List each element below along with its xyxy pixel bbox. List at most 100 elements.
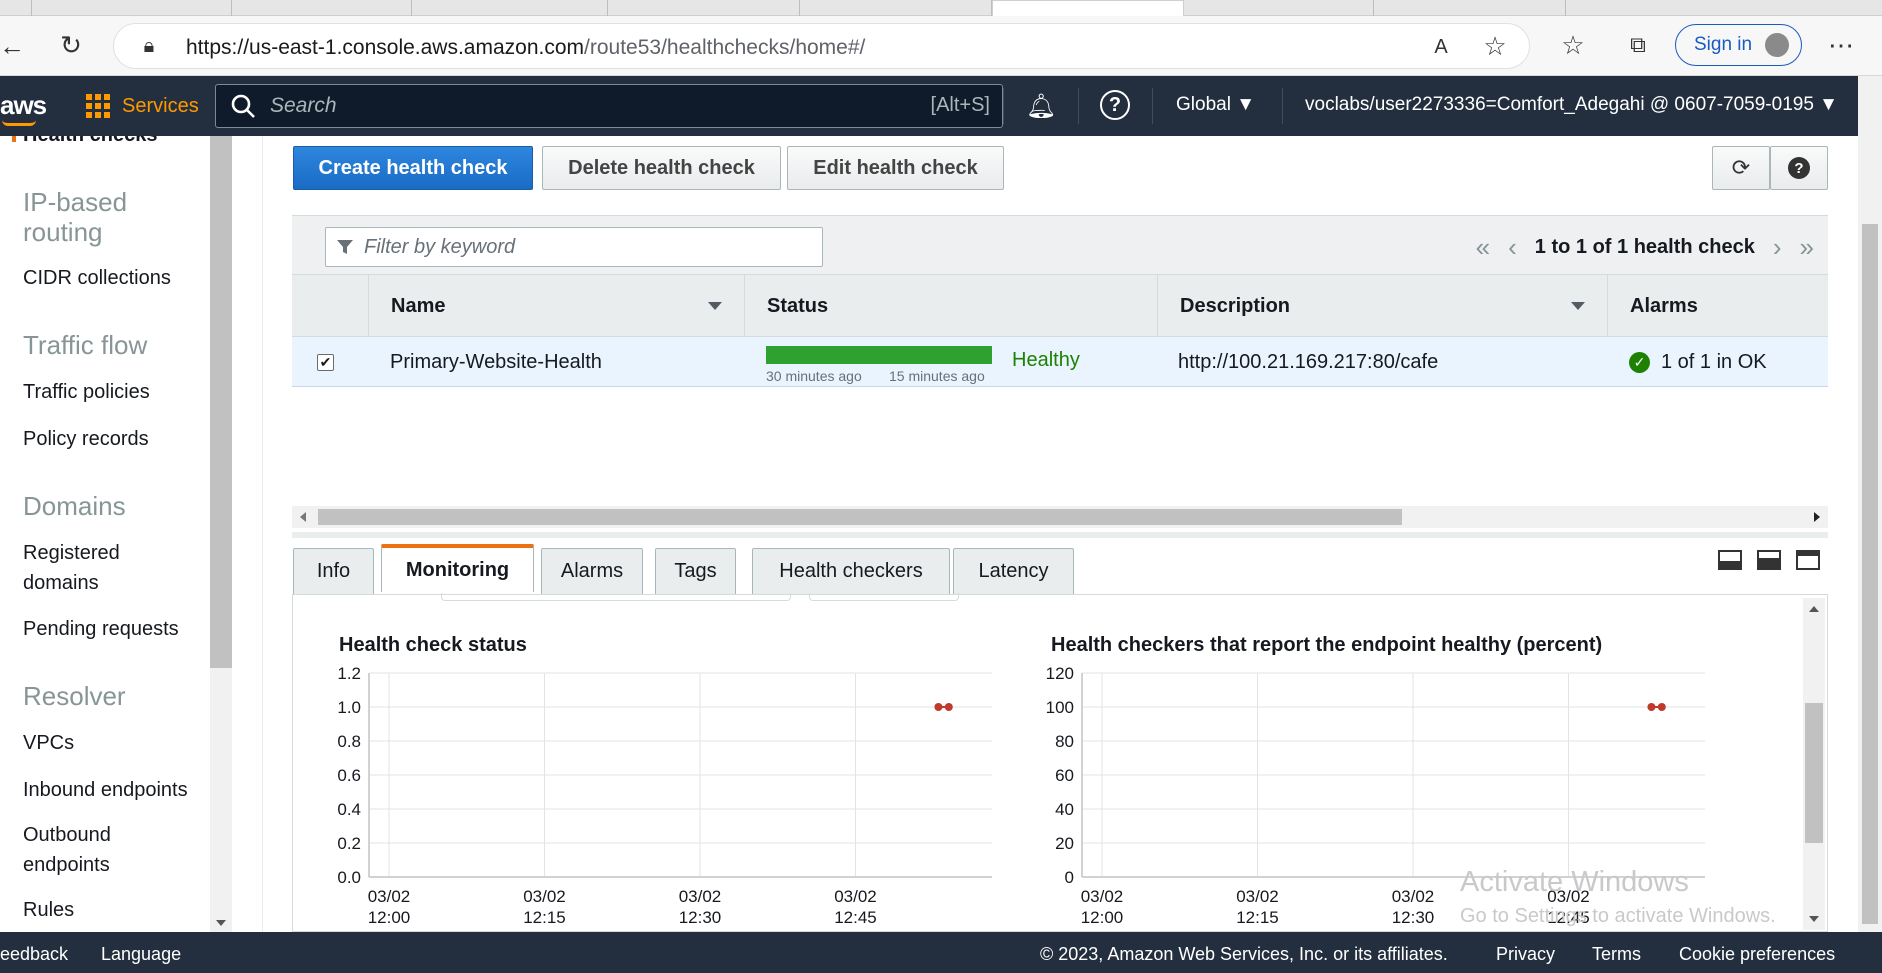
sidebar-scrollbar[interactable] [210,136,232,932]
y-tick-label: 0.6 [337,766,361,785]
sidebar-item-vpcs[interactable]: VPCs [23,728,74,758]
browser-tab-active[interactable] [992,0,1184,16]
scroll-left-arrow-icon[interactable] [300,512,306,522]
browser-tab[interactable] [32,0,232,16]
footer-privacy-link[interactable]: Privacy [1496,944,1555,965]
aws-logo[interactable]: aws [0,90,47,121]
x-tick-label: 03/02 [368,887,411,906]
sidebar-item-pending-requests[interactable]: Pending requests [23,614,179,644]
last-page-icon[interactable]: » [1800,232,1814,263]
aws-logo-smile [2,120,36,126]
lock-icon[interactable]: 🔒︎ [138,33,160,59]
tab-latency[interactable]: Latency [953,548,1074,594]
page-scrollbar[interactable] [1858,76,1882,932]
footer-language-link[interactable]: Language [101,944,181,965]
y-tick-label: 1.0 [337,698,361,717]
tab-tags[interactable]: Tags [655,548,736,594]
health-check-name[interactable]: Primary-Website-Health [390,337,602,387]
tab-health-checkers[interactable]: Health checkers [752,548,950,594]
sidebar-item-health-checks[interactable]: Health checks [23,136,158,150]
search-input[interactable]: Search [Alt+S] [215,84,1003,128]
sidebar-item-rules[interactable]: Rules [23,895,74,925]
browser-tab[interactable] [232,0,412,16]
data-point [1647,703,1656,711]
table-row[interactable]: ✔ Primary-Website-Health 30 minutes ago … [292,337,1828,387]
footer-cookie-preferences-link[interactable]: Cookie preferences [1679,944,1835,965]
next-page-icon[interactable]: › [1773,232,1782,263]
sort-caret-icon[interactable] [1571,302,1585,310]
create-health-check-button[interactable]: Create health check [293,146,533,190]
footer: eedback Language © 2023, Amazon Web Serv… [0,932,1882,973]
panel-maximize-icon[interactable] [1796,550,1820,570]
name-column-header[interactable]: Name [368,275,744,337]
panel-vertical-scrollbar[interactable] [1803,598,1825,930]
browser-tab[interactable] [608,0,800,16]
refresh-button[interactable]: ⟳ [1712,146,1770,190]
account-menu[interactable]: voclabs/user2273336=Comfort_Adegahi @ 06… [1305,94,1838,116]
panel-half-icon[interactable] [1757,550,1781,570]
browser-tab[interactable] [800,0,992,16]
collections-icon[interactable]: ⧉ [1622,29,1654,61]
panel-minimize-icon[interactable] [1718,550,1742,570]
sidebar-item-policy-records[interactable]: Policy records [23,424,149,454]
services-menu-button[interactable]: Services [86,94,199,118]
status-time-mid: 15 minutes ago [889,368,985,384]
read-aloud-icon[interactable]: A [1427,33,1455,61]
sidebar-item-outbound-endpoints[interactable]: Outbound endpoints [23,820,153,880]
sidebar-scrollbar-thumb[interactable] [210,136,232,668]
filter-input[interactable]: Filter by keyword [325,227,823,267]
content-border [262,136,263,932]
sign-in-label: Sign in [1694,34,1753,55]
browser-tab[interactable] [1184,0,1374,16]
refresh-icon[interactable]: ↻ [54,28,88,62]
scroll-down-arrow-icon[interactable] [1809,916,1819,922]
panel-scrollbar-thumb[interactable] [1805,703,1823,843]
chart-title-healthy-percent: Health checkers that report the endpoint… [1051,634,1603,656]
sort-caret-icon[interactable] [708,302,722,310]
help-icon[interactable]: ? [1100,90,1130,120]
notifications-bell-icon[interactable]: 🔔︎ [1026,90,1056,122]
sidebar-item-cidr-collections[interactable]: CIDR collections [23,263,171,293]
edit-health-check-button[interactable]: Edit health check [787,146,1004,190]
browser-tab[interactable] [0,0,32,16]
sidebar-item-traffic-policies[interactable]: Traffic policies [23,377,150,407]
first-page-icon[interactable]: « [1476,232,1490,263]
browser-tab[interactable] [1374,0,1566,16]
sidebar-item-ip-based-routing[interactable]: IP-based routing [23,187,183,247]
table-horizontal-scrollbar[interactable] [292,506,1828,528]
delete-health-check-button[interactable]: Delete health check [542,146,781,190]
description-column-header[interactable]: Description [1157,275,1607,337]
row-checkbox[interactable]: ✔ [317,354,334,371]
x-tick-label: 12:45 [834,908,877,927]
sidebar-item-registered-domains[interactable]: Registered domains [23,538,163,598]
sidebar-item-inbound-endpoints[interactable]: Inbound endpoints [23,775,188,805]
browser-tab[interactable] [412,0,608,16]
tab-info[interactable]: Info [293,548,374,594]
back-arrow-icon[interactable]: ← [0,30,25,62]
scroll-up-arrow-icon[interactable] [1809,606,1819,612]
prev-page-icon[interactable]: ‹ [1508,232,1517,263]
scroll-right-arrow-icon[interactable] [1814,512,1820,522]
page-scrollbar-thumb[interactable] [1862,224,1878,924]
footer-feedback-link[interactable]: eedback [0,944,68,965]
favorites-icon[interactable]: ☆ [1557,29,1589,61]
region-selector[interactable]: Global ▼ [1176,94,1255,116]
scroll-down-arrow-icon[interactable] [216,920,226,926]
footer-terms-link[interactable]: Terms [1592,944,1641,965]
split-pane-divider[interactable] [292,532,1828,538]
help-button[interactable]: ? [1770,146,1828,190]
more-menu-icon[interactable]: ⋯ [1826,29,1856,61]
alarms-status[interactable]: 1 of 1 in OK [1661,337,1767,387]
tab-monitoring[interactable]: Monitoring [381,544,534,592]
browser-sign-in-button[interactable]: Sign in [1675,24,1802,66]
table-toolbar: Filter by keyword « ‹ 1 to 1 of 1 health… [292,215,1828,275]
tab-alarms[interactable]: Alarms [541,548,643,594]
browser-toolbar: ← ↻ 🔒︎ https://us-east-1.console.aws.ama… [0,16,1882,76]
add-favorite-icon[interactable]: ☆ [1480,31,1510,61]
address-bar[interactable]: 🔒︎ https://us-east-1.console.aws.amazon.… [113,23,1530,69]
alarms-column-header[interactable]: Alarms [1607,275,1828,337]
cut-control [441,593,791,601]
x-tick-label: 03/02 [834,887,877,906]
status-column-header[interactable]: Status [744,275,1157,337]
horizontal-scrollbar-thumb[interactable] [318,509,1402,525]
